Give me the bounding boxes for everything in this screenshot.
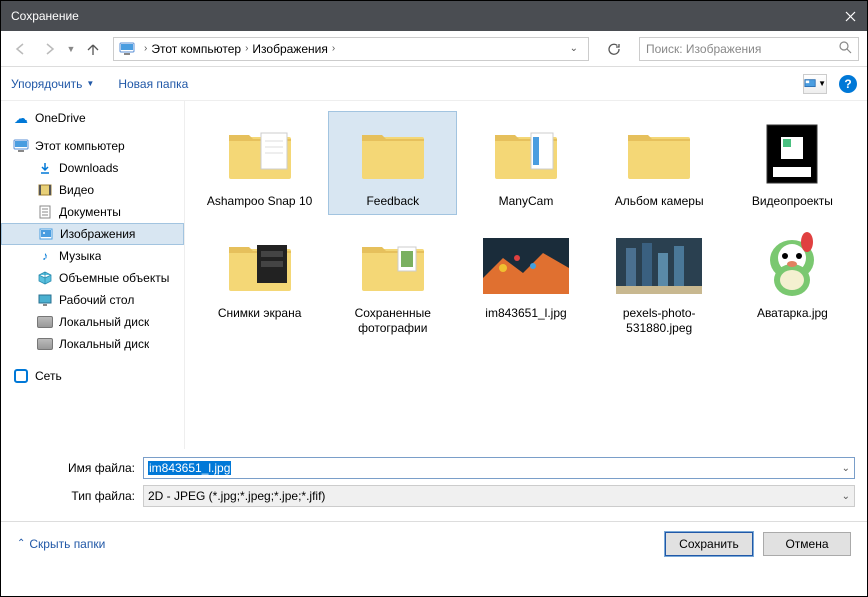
save-button[interactable]: Сохранить — [665, 532, 753, 556]
folder-feedback[interactable]: Feedback — [328, 111, 457, 215]
folder-video-projects[interactable]: Видеопроекты — [728, 111, 857, 215]
search-input[interactable]: Поиск: Изображения — [639, 37, 859, 61]
folder-manycam[interactable]: ManyCam — [461, 111, 590, 215]
cloud-icon: ☁ — [13, 110, 29, 126]
search-placeholder: Поиск: Изображения — [646, 42, 761, 56]
pictures-icon — [38, 226, 54, 242]
folder-ashampoo[interactable]: Ashampoo Snap 10 — [195, 111, 324, 215]
pc-icon — [13, 138, 29, 154]
view-button[interactable]: ▼ — [803, 74, 827, 94]
toolbar: Упорядочить ▼ Новая папка ▼ ? — [1, 67, 867, 101]
sidebar-3d-objects[interactable]: Объемные объекты — [1, 267, 184, 289]
sidebar-this-pc[interactable]: Этот компьютер — [1, 135, 184, 157]
sidebar-desktop[interactable]: Рабочий стол — [1, 289, 184, 311]
search-icon — [839, 41, 852, 57]
video-icon — [37, 182, 53, 198]
image-avatar[interactable]: Аватарка.jpg — [728, 223, 857, 342]
form-area: Имя файла: im843651_l.jpg ⌄ Тип файла: 2… — [1, 449, 867, 521]
chevron-icon: › — [241, 43, 252, 54]
sidebar-videos[interactable]: Видео — [1, 179, 184, 201]
window-title: Сохранение — [11, 9, 79, 23]
forward-button[interactable] — [37, 37, 61, 61]
image-im843651[interactable]: im843651_l.jpg — [461, 223, 590, 342]
cube-icon — [37, 270, 53, 286]
sidebar-downloads[interactable]: Downloads — [1, 157, 184, 179]
sidebar-onedrive[interactable]: ☁ OneDrive — [1, 107, 184, 129]
chevron-icon: › — [328, 43, 339, 54]
breadcrumb-dropdown[interactable]: ⌄ — [570, 43, 578, 54]
chevron-down-icon[interactable]: ⌄ — [842, 463, 850, 474]
pc-icon — [118, 40, 136, 58]
filetype-label: Тип файла: — [13, 489, 143, 503]
sidebar-pictures[interactable]: Изображения — [1, 223, 184, 245]
cancel-button[interactable]: Отмена — [763, 532, 851, 556]
disk-icon — [37, 314, 53, 330]
disk-icon — [37, 336, 53, 352]
hide-folders-button[interactable]: ⌃ Скрыть папки — [17, 537, 105, 551]
organize-button[interactable]: Упорядочить ▼ — [11, 77, 94, 91]
folder-screenshots[interactable]: Снимки экрана — [195, 223, 324, 342]
filename-input[interactable]: im843651_l.jpg ⌄ — [143, 457, 855, 479]
sidebar-documents[interactable]: Документы — [1, 201, 184, 223]
download-icon — [37, 160, 53, 176]
up-button[interactable] — [81, 37, 105, 61]
sidebar: ☁ OneDrive Этот компьютер Downloads Виде… — [1, 101, 185, 449]
bottom-bar: ⌃ Скрыть папки Сохранить Отмена — [1, 521, 867, 565]
view-icon — [804, 78, 816, 90]
documents-icon — [37, 204, 53, 220]
chevron-down-icon[interactable]: ⌄ — [842, 491, 850, 502]
close-button[interactable] — [843, 9, 857, 23]
refresh-button[interactable] — [601, 37, 627, 61]
music-icon: ♪ — [37, 248, 53, 264]
image-pexels[interactable]: pexels-photo-531880.jpeg — [595, 223, 724, 342]
desktop-icon — [37, 292, 53, 308]
network-icon — [13, 368, 29, 384]
chevron-up-icon: ⌃ — [17, 538, 25, 549]
help-button[interactable]: ? — [839, 75, 857, 93]
breadcrumb-root[interactable]: Этот компьютер — [151, 42, 241, 56]
chevron-icon: › — [140, 43, 151, 54]
sidebar-music[interactable]: ♪ Музыка — [1, 245, 184, 267]
breadcrumb[interactable]: › Этот компьютер › Изображения › ⌄ — [113, 37, 589, 61]
folder-saved-photos[interactable]: Сохраненные фотографии — [328, 223, 457, 342]
breadcrumb-folder[interactable]: Изображения — [252, 42, 327, 56]
title-bar: Сохранение — [1, 1, 867, 31]
filetype-select[interactable]: 2D - JPEG (*.jpg;*.jpeg;*.jpe;*.jfif) ⌄ — [143, 485, 855, 507]
sidebar-local-disk-2[interactable]: Локальный диск — [1, 333, 184, 355]
nav-row: ▼ › Этот компьютер › Изображения › ⌄ Пои… — [1, 31, 867, 67]
sidebar-network[interactable]: Сеть — [1, 365, 184, 387]
sidebar-local-disk-1[interactable]: Локальный диск — [1, 311, 184, 333]
recent-dropdown[interactable]: ▼ — [65, 37, 77, 61]
new-folder-button[interactable]: Новая папка — [118, 77, 188, 91]
folder-camera-album[interactable]: Альбом камеры — [595, 111, 724, 215]
filename-label: Имя файла: — [13, 461, 143, 475]
back-button[interactable] — [9, 37, 33, 61]
file-list: Ashampoo Snap 10 Feedback ManyCam Альбом… — [185, 101, 867, 449]
chevron-down-icon: ▼ — [86, 79, 94, 88]
